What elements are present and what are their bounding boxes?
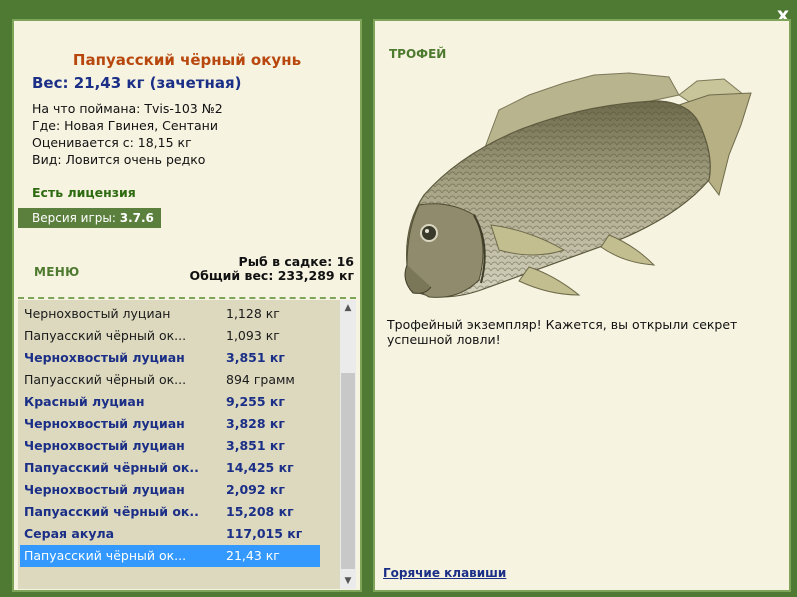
catch-weight: 21,43 кг bbox=[226, 548, 280, 563]
caught-with: На что поймана: Tvis-103 №2 bbox=[32, 101, 223, 116]
value-from: Оценивается с: 18,15 кг bbox=[32, 135, 192, 150]
version-label: Версия игры: bbox=[32, 211, 120, 225]
species-note: Вид: Ловится очень редко bbox=[32, 152, 206, 167]
total-weight: Общий вес: 233,289 кг bbox=[189, 268, 355, 283]
catch-weight: 15,208 кг bbox=[226, 504, 294, 519]
fish-illustration bbox=[404, 72, 752, 298]
catch-weight: 9,255 кг bbox=[226, 394, 285, 409]
scroll-thumb[interactable] bbox=[341, 373, 355, 569]
version-number: 3.7.6 bbox=[119, 211, 154, 225]
hotkeys-link[interactable]: Горячие клавиши bbox=[383, 566, 506, 580]
catch-weight: 117,015 кг bbox=[226, 526, 303, 541]
fish-title: Папуасский чёрный окунь bbox=[72, 51, 302, 69]
catch-weight: 1,093 кг bbox=[226, 328, 280, 343]
catch-weight: 3,851 кг bbox=[226, 350, 285, 365]
catch-row[interactable]: Красный луциан 9,255 кг bbox=[20, 391, 320, 413]
catch-list[interactable]: Чернохвостый луциан 1,128 кг Папуасский чё… bbox=[18, 300, 340, 589]
catch-row[interactable]: Чернохвостый луциан 1,128 кг bbox=[20, 303, 320, 325]
catch-name: Чернохвостый луциан bbox=[24, 306, 171, 321]
divider bbox=[18, 297, 356, 299]
catch-weight: 2,092 кг bbox=[226, 482, 285, 497]
trophy-content: ТРОФЕЙ Трофейный экземпляр! Кажется, вы … bbox=[379, 25, 785, 586]
catch-name: Серая акула bbox=[24, 526, 115, 541]
catch-row[interactable]: Папуасский чёрный ок... 1,093 кг bbox=[20, 325, 320, 347]
catch-row[interactable]: Чернохвостый луциан 2,092 кг bbox=[20, 479, 320, 501]
catch-row[interactable]: Серая акула 117,015 кг bbox=[20, 523, 320, 545]
fish-info-panel: Папуасский чёрный окунь Вес: 21,43 кг (з… bbox=[12, 19, 362, 592]
fish-weight: Вес: 21,43 кг (зачетная) bbox=[32, 74, 242, 92]
catch-weight: 3,828 кг bbox=[226, 416, 285, 431]
trophy-panel: ТРОФЕЙ Трофейный экземпляр! Кажется, вы … bbox=[373, 19, 791, 592]
game-version: Версия игры: 3.7.6 bbox=[18, 208, 161, 228]
list-scrollbar[interactable]: ▲ ▼ bbox=[340, 300, 356, 589]
catch-row[interactable]: Папуасский чёрный ок... 894 грамм bbox=[20, 369, 320, 391]
trophy-description: Трофейный экземпляр! Кажется, вы открыли… bbox=[387, 317, 738, 347]
scroll-up-arrow-icon[interactable]: ▲ bbox=[340, 300, 356, 316]
catch-row[interactable]: Чернохвостый луциан 3,851 кг bbox=[20, 435, 320, 457]
fish-count: Рыб в садке: 16 bbox=[238, 254, 354, 269]
catch-name: Чернохвостый луциан bbox=[24, 438, 185, 453]
catch-name: Папуасский чёрный ок... bbox=[24, 372, 187, 387]
catch-name: Папуасский чёрный ок... bbox=[24, 460, 200, 475]
catch-name: Красный луциан bbox=[24, 394, 145, 409]
catch-name: Чернохвостый луциан bbox=[24, 350, 185, 365]
catch-row[interactable]: Папуасский чёрный ок... 15,208 кг bbox=[20, 501, 320, 523]
catch-row-selected[interactable]: Папуасский чёрный ок... 21,43 кг bbox=[20, 545, 320, 567]
catch-row[interactable]: Папуасский чёрный ок... 14,425 кг bbox=[20, 457, 320, 479]
catch-weight: 3,851 кг bbox=[226, 438, 285, 453]
fish-info-content: Папуасский чёрный окунь Вес: 21,43 кг (з… bbox=[18, 25, 356, 589]
keepnet-stats: Рыб в садке: 16 Общий вес: 233,289 кг bbox=[190, 255, 355, 283]
license-status: Есть лицензия bbox=[32, 185, 136, 200]
location: Где: Новая Гвинея, Сентани bbox=[32, 118, 218, 133]
catch-weight: 894 грамм bbox=[226, 372, 295, 387]
catch-row[interactable]: Чернохвостый луциан 3,851 кг bbox=[20, 347, 320, 369]
menu-button[interactable]: МЕНЮ bbox=[34, 265, 79, 279]
catch-name: Чернохвостый луциан bbox=[24, 482, 185, 497]
scroll-down-arrow-icon[interactable]: ▼ bbox=[340, 573, 356, 589]
catch-weight: 14,425 кг bbox=[226, 460, 294, 475]
catch-row[interactable]: Чернохвостый луциан 3,828 кг bbox=[20, 413, 320, 435]
catch-name: Папуасский чёрный ок... bbox=[24, 548, 187, 563]
catch-name: Чернохвостый луциан bbox=[24, 416, 185, 431]
catch-name: Папуасский чёрный ок... bbox=[24, 504, 200, 519]
catch-name: Папуасский чёрный ок... bbox=[24, 328, 187, 343]
catch-weight: 1,128 кг bbox=[226, 306, 280, 321]
